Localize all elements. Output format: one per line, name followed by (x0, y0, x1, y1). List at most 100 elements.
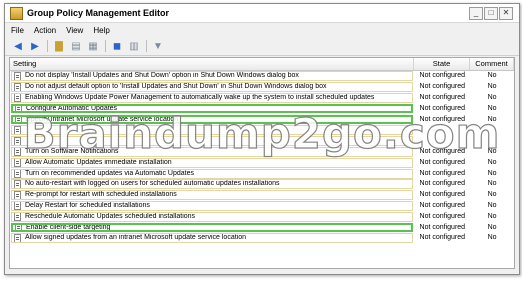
comment-cell: No (487, 115, 497, 123)
policy-setting-icon (14, 72, 21, 81)
table-row[interactable]: Allow signed updates from an intranet Mi… (10, 233, 514, 244)
back-arrow-icon[interactable]: ◀ (11, 40, 25, 53)
setting-cell[interactable]: Do not display 'Install Updates and Shut… (11, 71, 414, 82)
comment-cell: No (487, 158, 497, 166)
table-row[interactable]: Re-prompt for restart with scheduled ins… (10, 190, 514, 201)
filter-icon[interactable]: ▼ (151, 40, 165, 53)
setting-cell[interactable] (11, 125, 414, 136)
gpme-window: Group Policy Management Editor _ □ ✕ Fil… (4, 3, 520, 275)
setting-cell[interactable]: Turn on recommended updates via Automati… (11, 168, 414, 179)
toolbar: ◀ ▶ ▇ ▤ ▦ ◼ ▥ ▼ (5, 37, 519, 56)
menu-view[interactable]: View (66, 26, 83, 35)
minimize-button[interactable]: _ (469, 6, 483, 20)
state-cell: Not configured (419, 169, 466, 177)
setting-cell[interactable]: Delay Restart for scheduled installation… (11, 200, 414, 211)
comment-cell: No (487, 147, 497, 155)
policy-setting-icon (14, 126, 21, 135)
setting-label: Enable client-side targeting (26, 223, 111, 231)
table-row[interactable]: Allow Automatic Updates immediate instal… (10, 157, 514, 168)
setting-cell[interactable]: No auto-restart with logged on users for… (11, 179, 414, 190)
maximize-button[interactable]: □ (484, 6, 498, 20)
comment-cell: No (487, 201, 497, 209)
policy-setting-icon (14, 147, 21, 156)
comment-cell: No (487, 180, 497, 188)
setting-cell[interactable]: Specify intranet Microsoft update servic… (11, 115, 414, 125)
menu-file[interactable]: File (11, 26, 24, 35)
header-comment[interactable]: Comment (470, 58, 514, 70)
setting-label: No auto-restart with logged on users for… (25, 180, 280, 188)
table-row[interactable]: Do not display 'Install Updates and Shut… (10, 71, 514, 82)
table-row[interactable]: Turn on recommended updates via Automati… (10, 168, 514, 179)
table-row[interactable]: Enabling Windows Update Power Management… (10, 92, 514, 104)
menu-action[interactable]: Action (34, 26, 56, 35)
table-row[interactable]: Specify intranet Microsoft update servic… (10, 114, 514, 125)
table-row[interactable] (10, 125, 514, 136)
setting-cell[interactable]: Enable client-side targeting (11, 223, 414, 233)
setting-cell[interactable]: Do not adjust default option to 'Install… (11, 82, 414, 93)
comment-cell: No (487, 83, 497, 91)
policy-setting-icon (14, 180, 21, 189)
table-row[interactable]: Delay Restart for scheduled installation… (10, 200, 514, 212)
help-icon[interactable]: ◼ (110, 40, 124, 53)
header-setting[interactable]: Setting (10, 58, 414, 70)
header-state[interactable]: State (414, 58, 470, 70)
comment-cell: No (487, 223, 497, 231)
close-button[interactable]: ✕ (499, 6, 513, 20)
table-row[interactable]: Turn on Software Notifications Not config… (10, 146, 514, 158)
state-cell: Not configured (419, 104, 466, 112)
app-icon (10, 6, 23, 20)
table-row[interactable] (10, 136, 514, 147)
view-icon[interactable]: ▥ (127, 40, 141, 53)
comment-cell: No (487, 169, 497, 177)
policy-setting-icon (15, 106, 22, 112)
setting-cell[interactable]: Enabling Windows Update Power Management… (11, 92, 414, 103)
setting-label: Delay Restart for scheduled installation… (25, 201, 150, 209)
policy-setting-icon (14, 93, 21, 102)
list-body: Do not display 'Install Updates and Shut… (10, 71, 514, 244)
toolbar-separator (146, 40, 147, 52)
menu-bar: File Action View Help (5, 23, 519, 37)
table-row[interactable]: Do not adjust default option to 'Install… (10, 82, 514, 93)
export-icon[interactable]: ▦ (86, 40, 100, 53)
table-row[interactable]: Reschedule Automatic Updates scheduled i… (10, 211, 514, 222)
setting-label: Allow signed updates from an intranet Mi… (25, 234, 247, 242)
state-cell: Not configured (419, 72, 466, 80)
state-cell: Not configured (419, 115, 466, 123)
policy-setting-icon (14, 169, 21, 178)
setting-label: Enabling Windows Update Power Management… (25, 93, 375, 101)
table-row[interactable]: Configure Automatic Updates Not configure… (10, 103, 514, 114)
setting-label: Turn on Software Notifications (25, 147, 119, 155)
comment-cell: No (487, 93, 497, 101)
table-row[interactable]: Enable client-side targeting Not configur… (10, 222, 514, 233)
policy-setting-icon (14, 212, 21, 221)
state-cell: Not configured (419, 93, 466, 101)
setting-label: Re-prompt for restart with scheduled ins… (25, 191, 177, 199)
setting-cell[interactable]: Configure Automatic Updates (11, 104, 414, 114)
policy-setting-icon (14, 234, 21, 243)
table-row[interactable]: No auto-restart with logged on users for… (10, 179, 514, 190)
policy-setting-icon (14, 137, 21, 146)
folder-icon[interactable]: ▇ (52, 40, 66, 53)
forward-arrow-icon[interactable]: ▶ (28, 40, 42, 53)
properties-icon[interactable]: ▤ (69, 40, 83, 53)
policy-setting-icon (14, 201, 21, 210)
setting-cell[interactable]: Re-prompt for restart with scheduled ins… (11, 190, 414, 201)
policy-setting-icon (15, 225, 22, 231)
setting-cell[interactable]: Reschedule Automatic Updates scheduled i… (11, 211, 414, 222)
setting-cell[interactable] (11, 136, 414, 147)
state-cell: Not configured (419, 147, 466, 155)
policy-setting-icon (14, 158, 21, 167)
state-cell: Not configured (419, 201, 466, 209)
state-cell: Not configured (419, 158, 466, 166)
setting-cell[interactable]: Turn on Software Notifications (11, 146, 414, 157)
title-bar[interactable]: Group Policy Management Editor _ □ ✕ (5, 4, 519, 23)
toolbar-separator (105, 40, 106, 52)
comment-cell: No (487, 212, 497, 220)
menu-help[interactable]: Help (93, 26, 109, 35)
comment-cell: No (487, 234, 497, 242)
settings-list[interactable]: Setting State Comment Do not display 'In… (9, 57, 515, 269)
setting-label: Reschedule Automatic Updates scheduled i… (25, 212, 196, 220)
setting-cell[interactable]: Allow Automatic Updates immediate instal… (11, 157, 414, 168)
setting-cell[interactable]: Allow signed updates from an intranet Mi… (11, 233, 414, 244)
setting-label: Allow Automatic Updates immediate instal… (25, 158, 172, 166)
